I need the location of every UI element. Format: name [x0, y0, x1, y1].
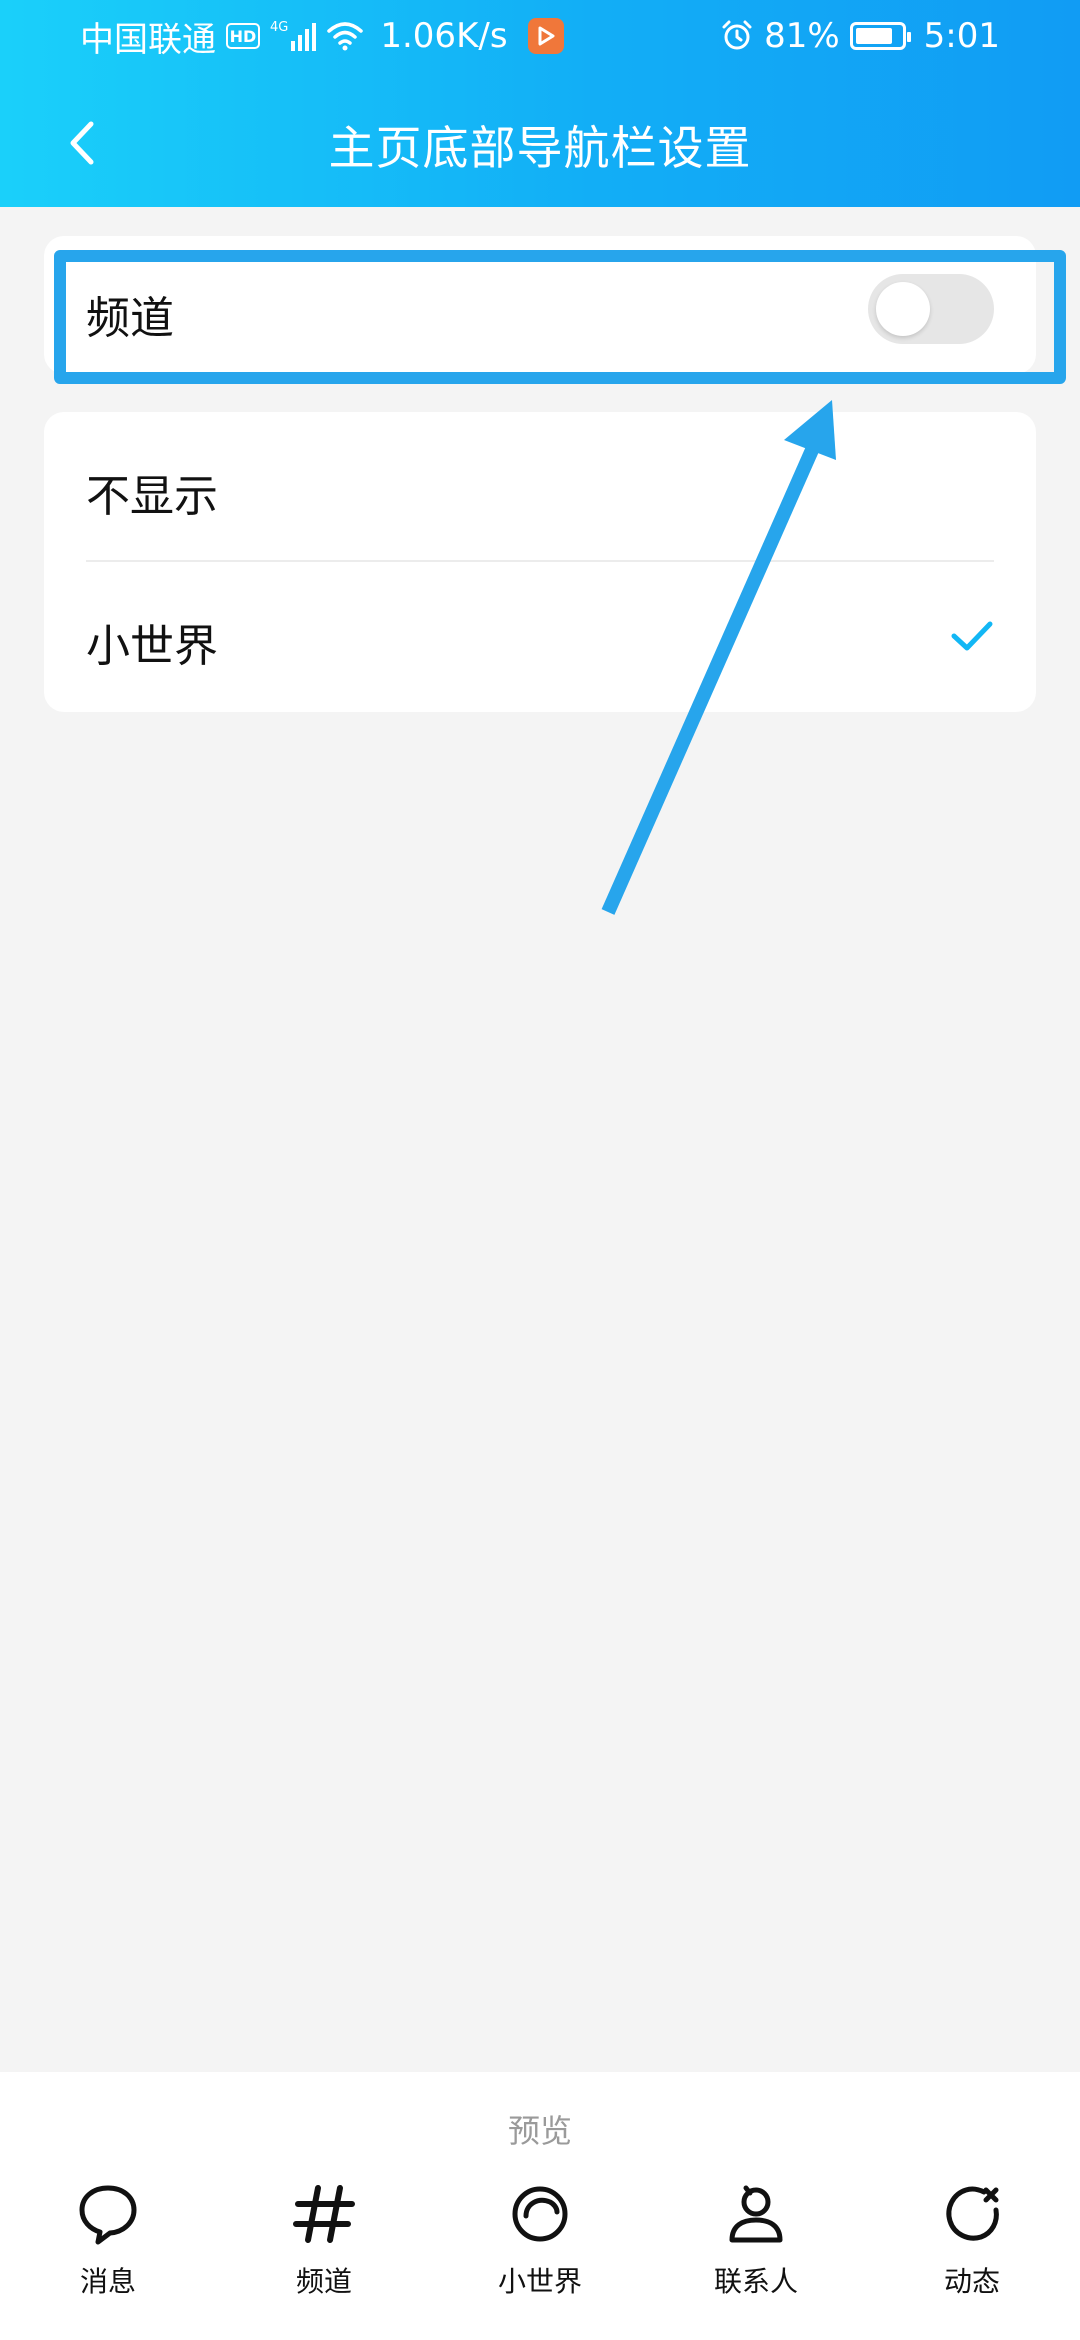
nav-item-small-world[interactable]: 小世界 — [432, 2182, 648, 2332]
person-icon — [729, 2185, 783, 2243]
channel-toggle-label: 频道 — [86, 293, 174, 344]
option-label: 不显示 — [86, 471, 218, 522]
battery-icon — [849, 22, 911, 50]
nav-item-messages[interactable]: 消息 — [0, 2182, 216, 2332]
network-type: 4G — [270, 20, 289, 35]
nav-label: 频道 — [295, 2265, 352, 2298]
status-right: 81% 5:01 — [720, 14, 1000, 58]
video-app-icon — [527, 18, 564, 54]
clock: 5:01 — [923, 16, 1000, 56]
header: 中国联通 HD 4G 1.06K/s 81% 5:01 主页底部导航栏设置 — [0, 0, 1080, 207]
preview-area: 预览 消息 频道 小世界 联系人 动态 — [0, 2072, 1080, 2340]
signal-icon: 4G — [270, 20, 317, 51]
battery-percent: 81% — [764, 16, 840, 56]
alarm-icon — [722, 20, 752, 50]
nav-item-feed[interactable]: 动态 — [864, 2182, 1080, 2332]
hd-badge: HD — [226, 23, 260, 49]
options-card: 不显示 小世界 — [44, 412, 1036, 712]
planet-icon — [512, 2186, 568, 2242]
channel-toggle-switch[interactable] — [868, 274, 994, 344]
nav-label: 联系人 — [713, 2265, 798, 2298]
status-bar: 中国联通 HD 4G 1.06K/s 81% 5:01 — [0, 0, 1080, 72]
option-small-world[interactable]: 小世界 — [44, 562, 1036, 710]
page-title: 主页底部导航栏设置 — [328, 121, 752, 175]
switch-knob — [876, 282, 930, 336]
checkmark-icon — [951, 621, 993, 651]
nav-item-channel[interactable]: 频道 — [216, 2182, 432, 2332]
nav-label: 消息 — [79, 2265, 136, 2298]
carrier-name: 中国联通 — [80, 19, 216, 60]
network-speed: 1.06K/s — [380, 16, 508, 56]
refresh-star-icon — [946, 2186, 999, 2241]
screen: 中国联通 HD 4G 1.06K/s 81% 5:01 主页底部导航栏设置 频道… — [0, 0, 1080, 2340]
chat-bubble-icon — [79, 2185, 137, 2245]
nav-label: 动态 — [943, 2265, 1000, 2298]
nav-label: 小世界 — [497, 2265, 582, 2298]
hashtag-icon — [293, 2185, 355, 2243]
option-label: 小世界 — [86, 621, 218, 672]
title-bar: 主页底部导航栏设置 — [0, 100, 1080, 184]
bottom-nav-preview: 消息 频道 小世界 联系人 动态 — [0, 2182, 1080, 2332]
wifi-icon — [327, 22, 364, 51]
nav-item-contacts[interactable]: 联系人 — [648, 2182, 864, 2332]
option-hide[interactable]: 不显示 — [44, 412, 1036, 560]
status-left: 中国联通 HD 4G 1.06K/s — [80, 14, 564, 60]
preview-label: 预览 — [507, 2112, 572, 2150]
